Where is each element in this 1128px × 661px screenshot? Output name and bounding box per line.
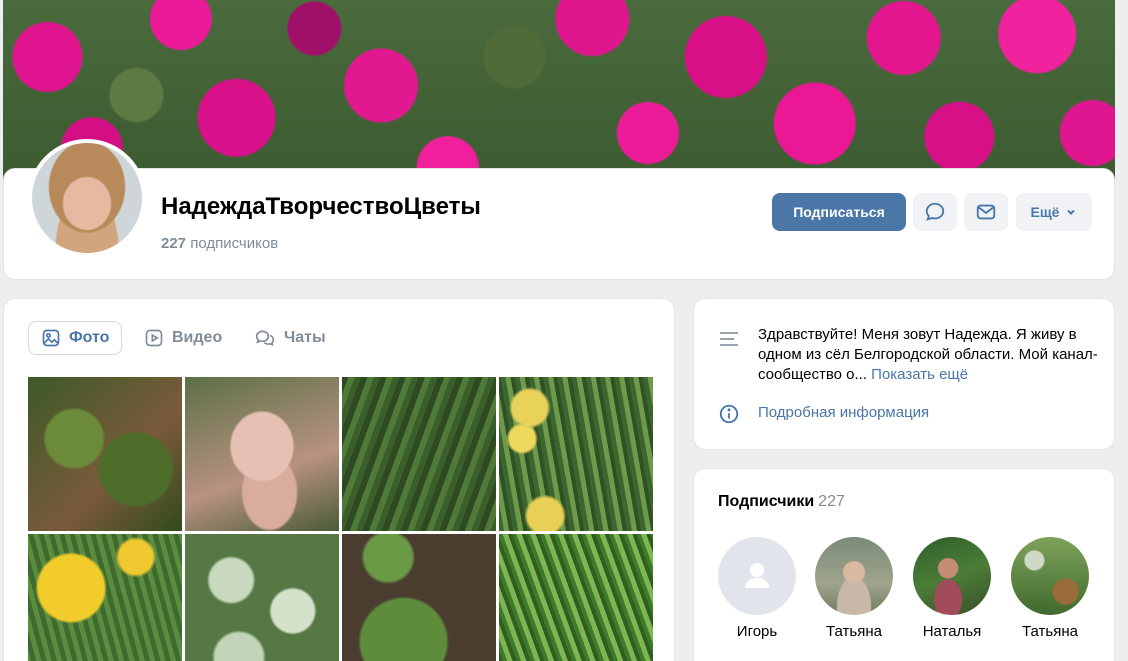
more-button-label: Ещё <box>1030 204 1060 220</box>
photo-tile[interactable] <box>342 534 496 661</box>
photo-grid <box>28 377 653 661</box>
about-section: Здравствуйте! Меня зовут Надежда. Я живу… <box>693 298 1115 450</box>
follower-item[interactable]: Татьяна <box>1005 537 1095 640</box>
photo-tile[interactable] <box>185 534 339 661</box>
text-lines-icon <box>720 332 738 346</box>
follower-name: Игорь <box>736 623 778 640</box>
show-more-link[interactable]: Показать ещё <box>871 366 968 383</box>
details-link[interactable]: Подробная информация <box>758 404 929 421</box>
chevron-down-icon <box>1067 209 1076 215</box>
follower-name: Татьяна <box>826 623 882 640</box>
video-icon <box>145 329 163 347</box>
page-title: НадеждаТворчествоЦветы <box>161 193 481 220</box>
tab-photo[interactable]: Фото <box>28 321 123 355</box>
tab-chats[interactable]: Чаты <box>242 321 338 355</box>
message-button[interactable] <box>913 193 957 231</box>
photo-tile[interactable] <box>342 377 496 531</box>
photo-tile[interactable] <box>499 377 653 531</box>
about-description: Здравствуйте! Меня зовут Надежда. Я живу… <box>758 325 1098 385</box>
chat-icon <box>255 330 275 346</box>
subscribe-button[interactable]: Подписаться <box>772 193 906 231</box>
info-icon <box>719 404 739 424</box>
user-placeholder-icon <box>745 563 769 588</box>
followers-section: Подписчики 227 Игорь Татьяна Наталья Тать… <box>693 468 1115 661</box>
cover-image <box>3 0 1115 190</box>
followers-title-label: Подписчики <box>718 493 815 510</box>
photo-tile[interactable] <box>28 377 182 531</box>
tab-label: Видео <box>172 329 223 346</box>
subscribers-count[interactable]: 227 подписчиков <box>161 235 278 252</box>
follower-item[interactable]: Татьяна <box>809 537 899 640</box>
follower-item[interactable]: Игорь <box>712 537 802 640</box>
mail-icon <box>976 204 996 220</box>
followers-title[interactable]: Подписчики 227 <box>718 493 845 511</box>
media-section: Фото Видео Чаты <box>3 298 675 661</box>
photo-tile[interactable] <box>499 534 653 661</box>
subscribers-label: подписчиков <box>190 235 279 252</box>
photo-tile[interactable] <box>28 534 182 661</box>
avatar <box>815 537 893 615</box>
follower-name: Наталья <box>922 623 982 640</box>
avatar <box>718 537 796 615</box>
avatar[interactable] <box>28 139 146 257</box>
tab-label: Фото <box>69 329 110 346</box>
more-button[interactable]: Ещё <box>1016 193 1092 231</box>
follower-name: Татьяна <box>1022 623 1078 640</box>
follower-item[interactable]: Наталья <box>907 537 997 640</box>
chat-bubble-icon <box>925 202 945 221</box>
followers-count: 227 <box>818 493 845 510</box>
tab-label: Чаты <box>284 329 326 346</box>
photo-tile[interactable] <box>185 377 339 531</box>
tab-video[interactable]: Видео <box>132 321 234 355</box>
profile-header: НадеждаТворчествоЦветы 227 подписчиков П… <box>3 139 1115 280</box>
avatar <box>1011 537 1089 615</box>
mail-button[interactable] <box>964 193 1008 231</box>
photo-icon <box>42 329 60 347</box>
subscribers-number: 227 <box>161 235 187 252</box>
avatar <box>913 537 991 615</box>
